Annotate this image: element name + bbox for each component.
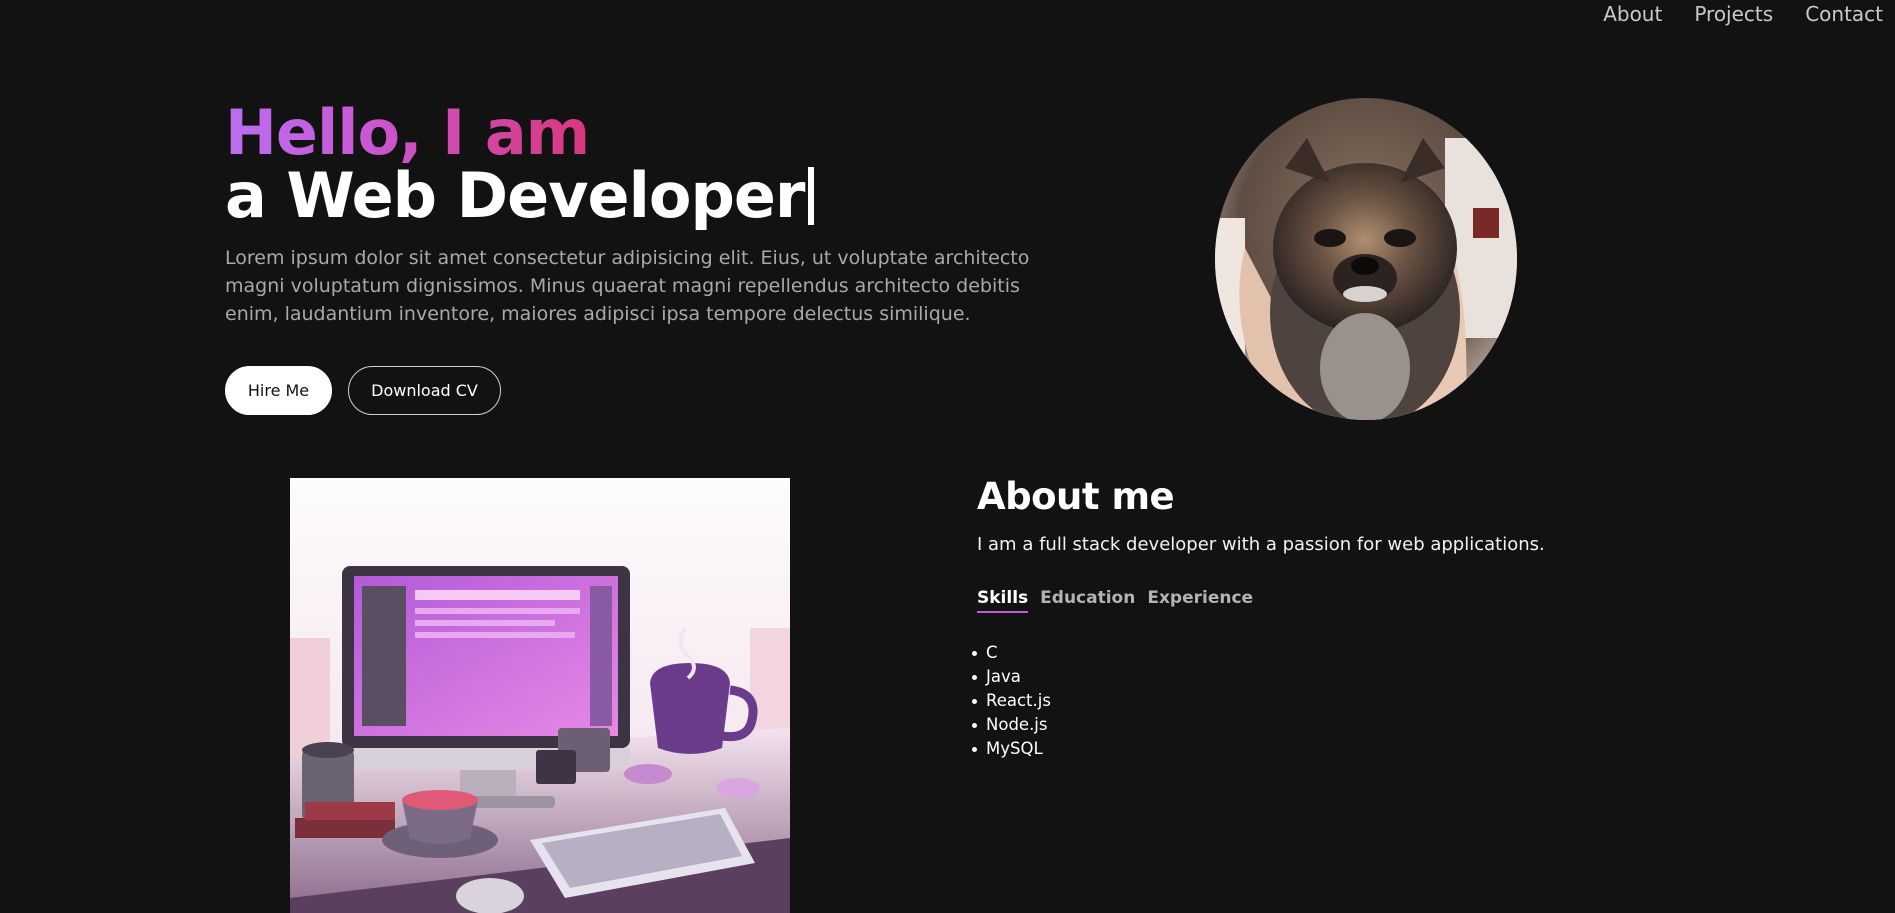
hero-section: Hello, I am a Web Developer Lorem ipsum … bbox=[225, 100, 1105, 415]
puppy-photo bbox=[1215, 98, 1517, 420]
hire-me-button[interactable]: Hire Me bbox=[225, 366, 332, 415]
hero-intro: Lorem ipsum dolor sit amet consectetur a… bbox=[225, 247, 1030, 325]
skill-item: React.js bbox=[972, 689, 1677, 713]
about-illustration bbox=[290, 478, 790, 913]
nav-link-about[interactable]: About bbox=[1603, 2, 1662, 26]
hero-role-text: a Web Developer bbox=[225, 159, 805, 232]
about-tabs: Skills Education Experience bbox=[977, 588, 1677, 613]
hero-role: a Web Developer bbox=[225, 165, 1105, 227]
skill-item: Java bbox=[972, 665, 1677, 689]
about-title: About me bbox=[977, 475, 1175, 518]
profile-avatar bbox=[1215, 98, 1517, 420]
tab-education[interactable]: Education bbox=[1040, 588, 1135, 613]
skill-item: Node.js bbox=[972, 713, 1677, 737]
nav-link-projects[interactable]: Projects bbox=[1694, 2, 1773, 26]
hero-buttons: Hire Me Download CV bbox=[225, 366, 1105, 415]
typing-cursor bbox=[808, 167, 815, 225]
skill-item: MySQL bbox=[972, 737, 1677, 761]
about-description: I am a full stack developer with a passi… bbox=[977, 534, 1545, 555]
desk-illustration bbox=[290, 478, 790, 913]
portfolio-page: About Projects Contact Hello, I am a Web… bbox=[0, 0, 1895, 913]
top-nav: About Projects Contact bbox=[1603, 0, 1895, 28]
tab-experience[interactable]: Experience bbox=[1147, 588, 1253, 613]
about-section: About me I am a full stack developer wit… bbox=[972, 474, 1677, 761]
skills-list: C Java React.js Node.js MySQL bbox=[972, 641, 1677, 761]
nav-link-contact[interactable]: Contact bbox=[1805, 2, 1883, 26]
skill-item: C bbox=[972, 641, 1677, 665]
tab-skills[interactable]: Skills bbox=[977, 588, 1029, 613]
hero-greeting: Hello, I am bbox=[225, 96, 590, 169]
download-cv-button[interactable]: Download CV bbox=[348, 366, 501, 415]
